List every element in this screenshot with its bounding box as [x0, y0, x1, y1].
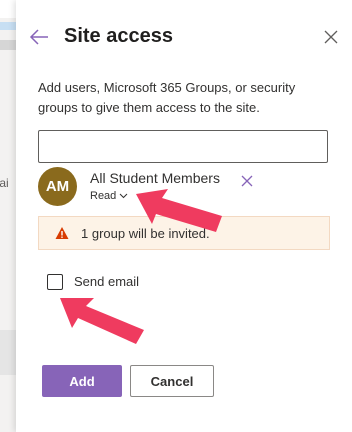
warning-message-bar: 1 group will be invited. [38, 216, 330, 250]
send-email-label[interactable]: Send email [74, 274, 139, 289]
panel-description: Add users, Microsoft 365 Groups, or secu… [38, 80, 296, 115]
panel-title: Site access [64, 25, 173, 47]
permission-label: Read [90, 190, 117, 202]
background-header [0, 0, 16, 18]
background-tab [0, 22, 16, 30]
site-access-panel: Site access Add users, Microsoft 365 Gro… [16, 0, 352, 432]
background-page: tai [0, 0, 16, 432]
cancel-button[interactable]: Cancel [130, 365, 214, 397]
background-block [0, 330, 16, 375]
chevron-down-icon [119, 193, 128, 199]
warning-icon [55, 227, 69, 239]
background-tab-secondary [0, 40, 16, 50]
permission-dropdown[interactable]: Read [90, 190, 128, 202]
remove-member-icon[interactable] [240, 174, 254, 188]
send-email-checkbox[interactable] [47, 274, 63, 290]
warning-text: 1 group will be invited. [81, 225, 210, 241]
avatar: AM [38, 167, 77, 206]
people-picker-input[interactable] [38, 130, 328, 163]
add-button[interactable]: Add [42, 365, 122, 397]
back-arrow-icon[interactable] [28, 26, 50, 48]
close-icon[interactable] [322, 28, 340, 46]
member-name: All Student Members [90, 170, 220, 186]
background-text: tai [0, 176, 9, 190]
